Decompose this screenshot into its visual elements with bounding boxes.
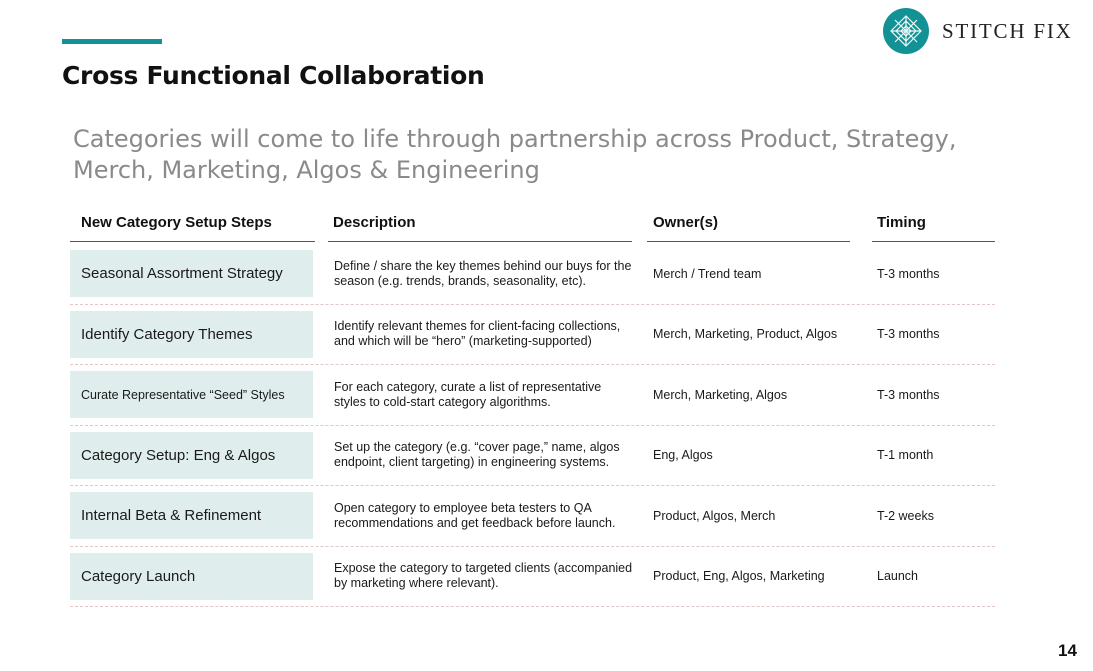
steps-table: New Category Setup Steps Description Own… — [70, 208, 995, 607]
step-description: Identify relevant themes for client-faci… — [334, 319, 621, 348]
table-row: Curate Representative “Seed” Styles For … — [70, 365, 995, 426]
header-description: Description — [328, 208, 632, 242]
step-description: For each category, curate a list of repr… — [334, 379, 602, 409]
step-description: Define / share the key themes behind our… — [334, 258, 632, 288]
table-row: Seasonal Assortment Strategy Define / sh… — [70, 244, 995, 305]
page-number: 14 — [1058, 641, 1077, 660]
step-name: Curate Representative “Seed” Styles — [70, 371, 313, 418]
slide-title: Cross Functional Collaboration — [62, 61, 485, 90]
step-timing: Launch — [877, 569, 919, 583]
step-timing: T-3 months — [877, 327, 940, 341]
brand-logo: STITCH FIX — [883, 8, 1073, 54]
step-name: Seasonal Assortment Strategy — [70, 250, 313, 297]
step-owners: Merch, Marketing, Product, Algos — [653, 327, 838, 341]
step-owners: Merch / Trend team — [653, 266, 762, 281]
step-name: Internal Beta & Refinement — [70, 492, 313, 539]
step-name: Identify Category Themes — [70, 310, 313, 358]
step-name: Category Setup: Eng & Algos — [70, 431, 313, 479]
step-description: Expose the category to targeted clients … — [334, 561, 633, 590]
header-steps: New Category Setup Steps — [70, 208, 315, 242]
table-row: Internal Beta & Refinement Open category… — [70, 486, 995, 547]
header-owners: Owner(s) — [647, 208, 850, 242]
step-name: Category Launch — [70, 552, 313, 600]
step-timing: T-2 weeks — [877, 508, 934, 523]
step-timing: T-1 month — [877, 448, 934, 462]
stitch-fix-logo-mark-icon — [883, 8, 929, 54]
step-owners: Eng, Algos — [653, 448, 713, 462]
accent-bar — [62, 39, 162, 44]
step-owners: Product, Algos, Merch — [653, 508, 776, 523]
step-owners: Merch, Marketing, Algos — [653, 387, 788, 402]
step-timing: T-3 months — [877, 387, 940, 402]
header-timing: Timing — [872, 208, 995, 242]
step-timing: T-3 months — [877, 266, 940, 281]
slide-subtitle: Categories will come to life through par… — [73, 125, 957, 184]
logo-text: STITCH FIX — [942, 18, 1073, 43]
table-row: Category Setup: Eng & Algos Set up the c… — [70, 426, 995, 486]
step-owners: Product, Eng, Algos, Marketing — [653, 569, 825, 583]
table-header: New Category Setup Steps Description Own… — [70, 208, 995, 244]
step-description: Set up the category (e.g. “cover page,” … — [334, 440, 620, 469]
table-row: Identify Category Themes Identify releva… — [70, 305, 995, 365]
table-row: Category Launch Expose the category to t… — [70, 547, 995, 607]
step-description: Open category to employee beta testers t… — [334, 500, 616, 530]
